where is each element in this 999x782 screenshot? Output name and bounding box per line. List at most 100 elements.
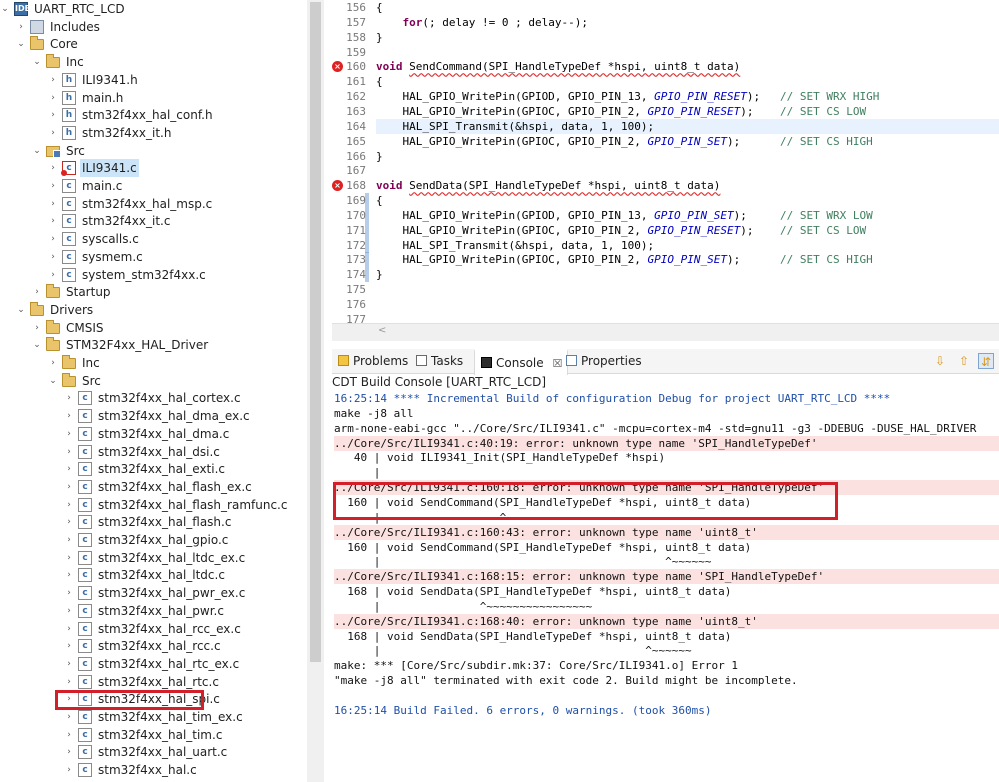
tree-item[interactable]: › c stm32f4xx_hal_dsi.c — [0, 443, 300, 461]
code-line[interactable]: HAL_GPIO_WritePin(GPIOC, GPIO_PIN_2, GPI… — [376, 223, 866, 238]
chevron-right-icon[interactable]: › — [64, 407, 74, 425]
tree-item[interactable]: › c stm32f4xx_hal_rcc_ex.c — [0, 620, 300, 638]
chevron-right-icon[interactable]: › — [48, 89, 58, 107]
tree-item[interactable]: › h stm32f4xx_hal_conf.h — [0, 106, 300, 124]
tree-item[interactable]: › c main.c — [0, 177, 300, 195]
chevron-right-icon[interactable]: › — [48, 354, 58, 372]
code-line[interactable]: { — [376, 193, 383, 208]
tree-item[interactable]: › c stm32f4xx_hal_flash_ex.c — [0, 478, 300, 496]
chevron-right-icon[interactable]: › — [48, 230, 58, 248]
tree-item[interactable]: › Inc — [0, 354, 300, 372]
tree-item[interactable]: ⌄ Core — [0, 35, 300, 53]
explorer-scrollbar-thumb[interactable] — [310, 2, 321, 662]
code-line[interactable]: HAL_GPIO_WritePin(GPIOD, GPIO_PIN_13, GP… — [376, 208, 872, 223]
code-line[interactable]: void SendCommand(SPI_HandleTypeDef *hspi… — [376, 59, 740, 74]
code-line[interactable]: HAL_SPI_Transmit(&hspi, data, 1, 100); — [376, 238, 654, 253]
tree-item[interactable]: › c stm32f4xx_hal_dma.c — [0, 425, 300, 443]
scroll-left-icon[interactable]: < — [378, 325, 386, 336]
tree-item[interactable]: › c stm32f4xx_hal_uart.c — [0, 743, 300, 761]
tree-item[interactable]: ⌄ Src — [0, 142, 300, 160]
editor-horizontal-scrollbar[interactable]: < — [332, 323, 999, 341]
tree-item[interactable]: › c stm32f4xx_hal_msp.c — [0, 195, 300, 213]
code-line[interactable]: { — [376, 0, 383, 15]
chevron-right-icon[interactable]: › — [64, 743, 74, 761]
tree-item[interactable]: › c stm32f4xx_hal.c — [0, 761, 300, 779]
code-line[interactable]: HAL_GPIO_WritePin(GPIOC, GPIO_PIN_2, GPI… — [376, 252, 872, 267]
chevron-right-icon[interactable]: › — [64, 425, 74, 443]
chevron-down-icon[interactable]: ⌄ — [16, 35, 26, 53]
code-editor[interactable]: 156 157 158 159 160 × 161 162 163 164 165 166 167 168… — [332, 0, 999, 340]
chevron-right-icon[interactable]: › — [48, 266, 58, 284]
chevron-right-icon[interactable]: › — [32, 319, 42, 337]
chevron-right-icon[interactable]: › — [32, 283, 42, 301]
code-line[interactable]: HAL_GPIO_WritePin(GPIOC, GPIO_PIN_2, GPI… — [376, 134, 872, 149]
chevron-right-icon[interactable]: › — [64, 655, 74, 673]
close-icon[interactable]: ☒ — [552, 357, 562, 370]
tab-console[interactable]: Console ☒ — [474, 349, 568, 375]
chevron-down-icon[interactable]: ⌄ — [16, 301, 26, 319]
tree-item[interactable]: › c sysmem.c — [0, 248, 300, 266]
console-output[interactable]: 16:25:14 **** Incremental Build of confi… — [332, 391, 999, 782]
chevron-right-icon[interactable]: › — [64, 708, 74, 726]
explorer-scrollbar[interactable] — [307, 0, 324, 782]
chevron-right-icon[interactable]: › — [64, 673, 74, 691]
chevron-right-icon[interactable]: › — [64, 389, 74, 407]
scroll-lock-icon[interactable]: ⇵ — [978, 353, 994, 369]
tree-item[interactable]: › c system_stm32f4xx.c — [0, 266, 300, 284]
tree-item[interactable]: › c stm32f4xx_it.c — [0, 212, 300, 230]
tree-item[interactable]: › h ILI9341.h — [0, 71, 300, 89]
code-line[interactable]: { — [376, 74, 383, 89]
code-line[interactable]: for(; delay != 0 ; delay--); — [376, 15, 588, 30]
code-line[interactable]: HAL_GPIO_WritePin(GPIOC, GPIO_PIN_2, GPI… — [376, 104, 866, 119]
tree-item[interactable]: › Includes — [0, 18, 300, 36]
tree-item[interactable]: › CMSIS — [0, 319, 300, 337]
chevron-right-icon[interactable]: › — [64, 566, 74, 584]
chevron-right-icon[interactable]: › — [48, 177, 58, 195]
chevron-right-icon[interactable]: › — [48, 124, 58, 142]
chevron-right-icon[interactable]: › — [64, 584, 74, 602]
scroll-down-arrow-icon[interactable]: ⇩ — [932, 353, 948, 369]
chevron-down-icon[interactable]: ⌄ — [32, 336, 42, 354]
tree-item[interactable]: ⌄ Src — [0, 372, 300, 390]
tree-item[interactable]: › c stm32f4xx_hal_tim_ex.c — [0, 708, 300, 726]
chevron-right-icon[interactable]: › — [64, 602, 74, 620]
tab-problems[interactable]: Problems — [332, 349, 408, 373]
chevron-right-icon[interactable]: › — [48, 106, 58, 124]
tree-item[interactable]: › c stm32f4xx_hal_pwr_ex.c — [0, 584, 300, 602]
tree-item[interactable]: › c ILI9341.c — [0, 159, 300, 178]
chevron-right-icon[interactable]: › — [64, 726, 74, 744]
code-line[interactable]: void SendData(SPI_HandleTypeDef *hspi, u… — [376, 178, 720, 193]
tree-item[interactable]: › h main.h — [0, 89, 300, 107]
code-line[interactable]: HAL_GPIO_WritePin(GPIOD, GPIO_PIN_13, GP… — [376, 89, 879, 104]
chevron-right-icon[interactable]: › — [64, 761, 74, 779]
scroll-up-arrow-icon[interactable]: ⇧ — [956, 353, 972, 369]
tree-item[interactable]: › c stm32f4xx_hal_cortex.c — [0, 389, 300, 407]
tree-item[interactable]: ⌄ Drivers — [0, 301, 300, 319]
chevron-down-icon[interactable]: ⌄ — [48, 372, 58, 390]
chevron-right-icon[interactable]: › — [64, 478, 74, 496]
code-line[interactable]: } — [376, 149, 383, 164]
chevron-right-icon[interactable]: › — [64, 460, 74, 478]
chevron-right-icon[interactable]: › — [64, 531, 74, 549]
chevron-down-icon[interactable]: ⌄ — [32, 53, 42, 71]
tree-item[interactable]: ⌄ Inc — [0, 53, 300, 71]
chevron-right-icon[interactable]: › — [64, 620, 74, 638]
tree-item[interactable]: › c stm32f4xx_hal_ltdc_ex.c — [0, 549, 300, 567]
chevron-down-icon[interactable]: ⌄ — [0, 0, 10, 18]
tree-item[interactable]: › Startup — [0, 283, 300, 301]
chevron-right-icon[interactable]: › — [48, 212, 58, 230]
chevron-right-icon[interactable]: › — [48, 248, 58, 266]
chevron-down-icon[interactable]: ⌄ — [32, 142, 42, 160]
tree-item[interactable]: › c stm32f4xx_hal_ltdc.c — [0, 566, 300, 584]
tree-item[interactable]: › c stm32f4xx_hal_flash.c — [0, 513, 300, 531]
tree-item[interactable]: › c syscalls.c — [0, 230, 300, 248]
chevron-right-icon[interactable]: › — [16, 18, 26, 36]
chevron-right-icon[interactable]: › — [64, 443, 74, 461]
tree-item[interactable]: › c stm32f4xx_hal_tim.c — [0, 726, 300, 744]
code-line[interactable]: HAL_SPI_Transmit(&hspi, data, 1, 100); — [376, 118, 999, 134]
tree-item[interactable]: › c stm32f4xx_hal_pwr.c — [0, 602, 300, 620]
chevron-right-icon[interactable]: › — [64, 549, 74, 567]
tree-item[interactable]: › c stm32f4xx_hal_flash_ramfunc.c — [0, 496, 300, 514]
code-line[interactable]: } — [376, 30, 383, 45]
chevron-right-icon[interactable]: › — [48, 159, 58, 177]
